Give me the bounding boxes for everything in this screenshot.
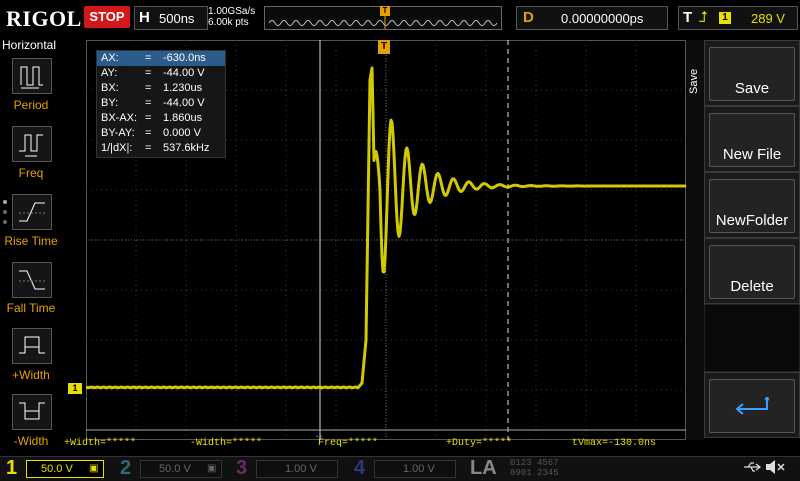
- freq-icon[interactable]: [12, 126, 52, 162]
- usb-icon: [744, 462, 761, 472]
- measure-freq[interactable]: Freq=*****: [318, 438, 378, 449]
- rise-time-label: Rise Time: [4, 234, 58, 248]
- ch3-number[interactable]: 3: [236, 456, 247, 480]
- scroll-dot: [3, 210, 7, 214]
- ch1-scale[interactable]: 50.0 V ▣: [26, 460, 104, 478]
- measure-duty[interactable]: +Duty=*****: [446, 438, 512, 449]
- rigol-logo: RIGOL: [6, 6, 82, 31]
- pos-width-label: +Width: [12, 368, 50, 382]
- ch2-coupling-icon: ▣: [207, 463, 217, 474]
- cursor-row-bx: BX: = 1.230us: [101, 82, 203, 94]
- trigger-level: 289 V: [751, 11, 785, 26]
- neg-width-label: -Width: [13, 434, 49, 448]
- right-menu-tab: [686, 40, 704, 440]
- cursor-row-by: BY: = -44.00 V: [101, 97, 205, 109]
- period-icon[interactable]: [12, 58, 52, 94]
- waveform-overview[interactable]: T: [264, 6, 502, 30]
- empty-softkey: [704, 304, 800, 372]
- delay-label: D: [523, 9, 534, 26]
- fall-time-label: Fall Time: [6, 301, 56, 315]
- acquisition-info: 1.00GSa/s 6.00k pts: [208, 6, 262, 28]
- timebase-label: H: [139, 9, 150, 26]
- trigger-box[interactable]: T ⮥ 1 289 V: [678, 6, 798, 30]
- sample-rate: 1.00GSa/s: [208, 6, 256, 17]
- trigger-position-marker[interactable]: T: [378, 40, 390, 54]
- ch1-number[interactable]: 1: [6, 456, 17, 480]
- ch3-scale[interactable]: 1.00 V: [256, 460, 338, 478]
- cursor-row-inv-dx: 1/|dX|: = 537.6kHz: [101, 142, 210, 154]
- timebase-scale: 500ns: [159, 11, 195, 26]
- run-stop-status[interactable]: STOP: [84, 6, 130, 28]
- rising-edge-icon: ⮥: [699, 9, 708, 26]
- delay-box[interactable]: D 0.00000000ps: [516, 6, 668, 30]
- fall-time-icon[interactable]: [12, 262, 52, 298]
- speaker-muted-icon[interactable]: [764, 459, 786, 475]
- new-file-button[interactable]: New File: [704, 106, 800, 172]
- save-button[interactable]: Save: [704, 40, 800, 106]
- ch4-number[interactable]: 4: [354, 456, 365, 480]
- scroll-dot: [3, 200, 7, 204]
- ch1-coupling-icon: ▣: [89, 463, 99, 474]
- period-label: Period: [13, 98, 49, 112]
- pos-width-icon[interactable]: [12, 328, 52, 364]
- enter-button[interactable]: [704, 372, 800, 438]
- left-menu-title: Horizontal: [2, 38, 57, 52]
- la-label[interactable]: LA: [470, 456, 497, 480]
- measure-neg-width[interactable]: -Width=*****: [190, 438, 262, 449]
- cursor-row-bx-ax: BX-AX: = 1.860us: [101, 112, 203, 124]
- la-channel-digits: 0123 4567 8901 2345: [510, 458, 559, 478]
- trigger-source: 1: [719, 12, 731, 24]
- measure-tvmax[interactable]: tVmax=-130.0ns: [572, 438, 656, 449]
- new-folder-button[interactable]: NewFolder: [704, 172, 800, 238]
- memory-depth: 6.00k pts: [208, 17, 249, 28]
- measure-pos-width[interactable]: +Width=*****: [64, 438, 136, 449]
- right-menu-title: Save: [688, 68, 700, 94]
- trigger-label: T: [683, 9, 693, 26]
- cursor-row-by-ay: BY-AY: = 0.000 V: [101, 127, 201, 139]
- ch2-scale[interactable]: 50.0 V ▣: [140, 460, 222, 478]
- cursor-readout-table: AX: = -630.0ns AY: = -44.00 V BX: = 1.230us BY…: [96, 50, 226, 158]
- enter-icon: [735, 397, 769, 415]
- ch1-offset-marker[interactable]: 1: [68, 383, 82, 394]
- rise-time-icon[interactable]: [12, 194, 52, 230]
- ch2-number[interactable]: 2: [120, 456, 131, 480]
- delay-value: 0.00000000ps: [561, 11, 644, 26]
- delete-button[interactable]: Delete: [704, 238, 800, 304]
- overview-trigger-marker: T: [380, 6, 390, 16]
- cursor-row-ax: AX: = -630.0ns: [97, 51, 225, 66]
- neg-width-icon[interactable]: [12, 394, 52, 430]
- ch4-scale[interactable]: 1.00 V: [374, 460, 456, 478]
- scroll-dot: [3, 220, 7, 224]
- measurement-bar: +Width=***** -Width=***** Freq=***** +Du…: [62, 438, 688, 452]
- cursor-row-ay: AY: = -44.00 V: [101, 67, 205, 79]
- freq-label: Freq: [18, 166, 44, 180]
- timebase-box[interactable]: H 500ns: [134, 6, 208, 30]
